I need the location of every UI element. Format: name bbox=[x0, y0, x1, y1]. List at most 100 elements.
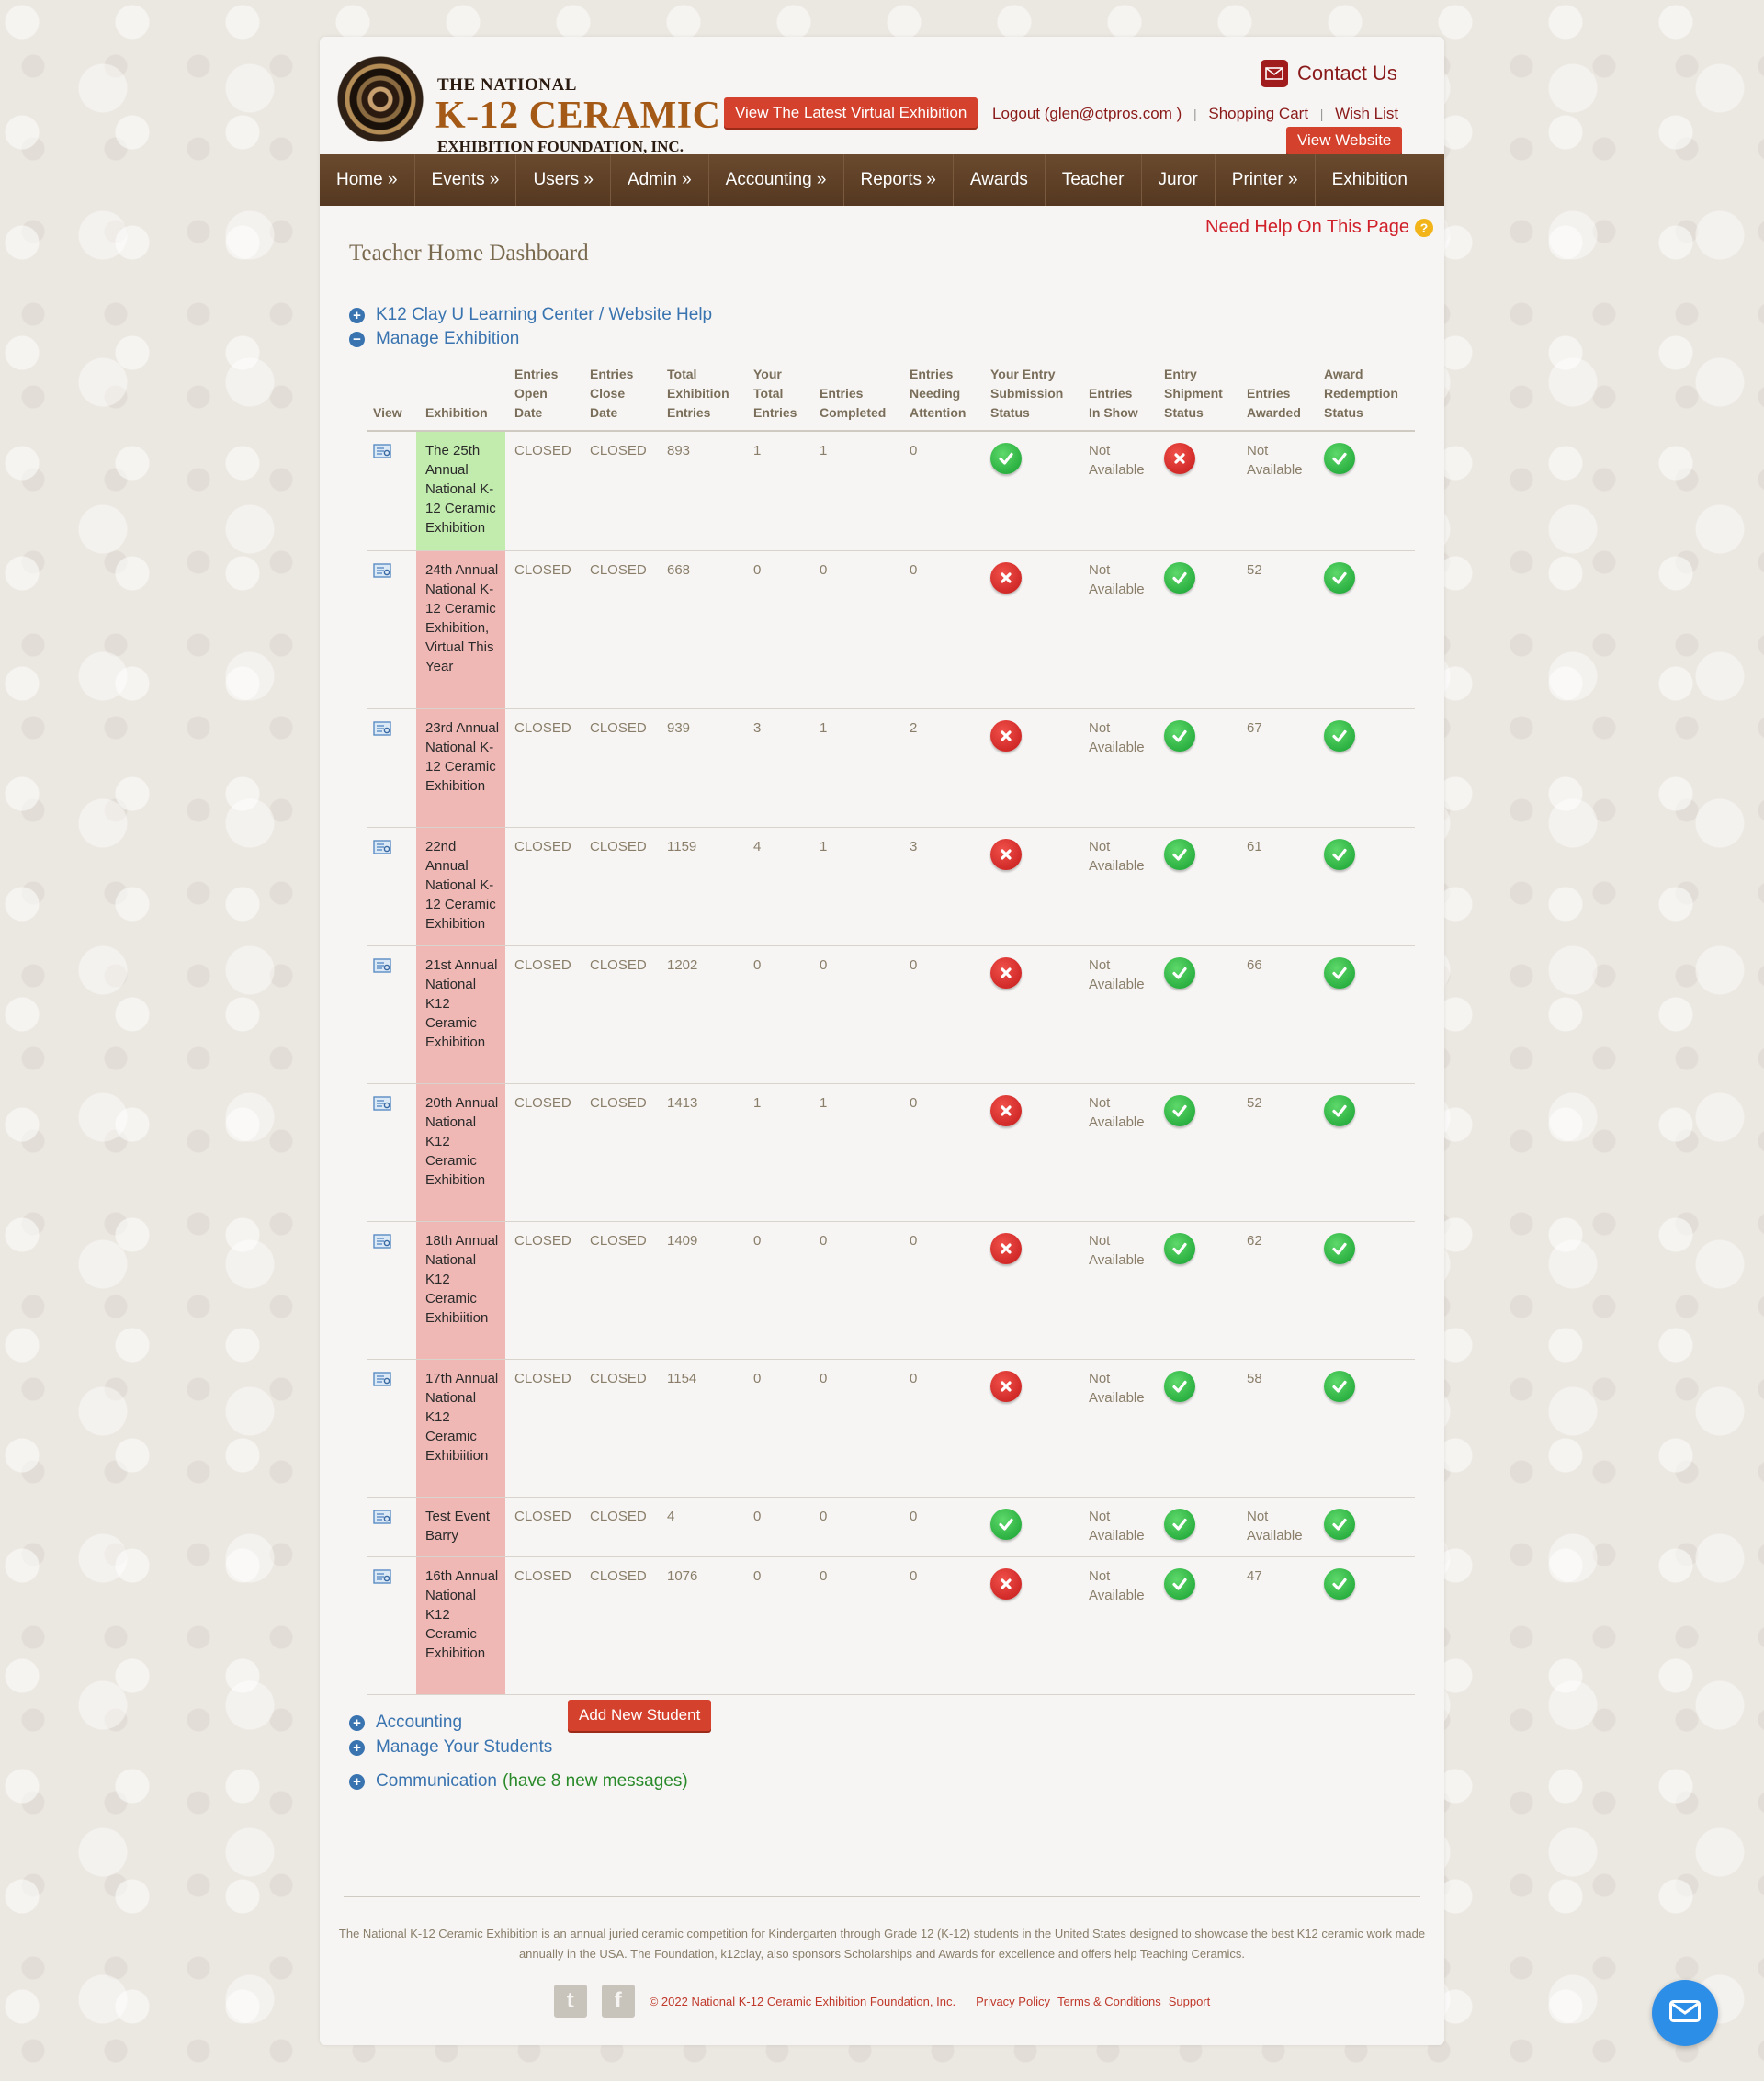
table-row: 22nd Annual National K-12 Ceramic Exhibi… bbox=[368, 828, 1415, 946]
col-completed: Entries Completed bbox=[820, 386, 887, 420]
entries-needing-attention: 0 bbox=[910, 1371, 918, 1386]
page-title: Teacher Home Dashboard bbox=[349, 241, 589, 266]
open-date: CLOSED bbox=[514, 1568, 571, 1584]
manage-exhibition-toggle[interactable]: − Manage Exhibition bbox=[349, 329, 519, 349]
check-circle-icon bbox=[1164, 1568, 1195, 1600]
nav-printer[interactable]: Printer » bbox=[1216, 154, 1316, 206]
shopping-cart-link[interactable]: Shopping Cart bbox=[1208, 105, 1308, 122]
close-date: CLOSED bbox=[590, 957, 647, 973]
entries-completed: 0 bbox=[820, 1233, 828, 1249]
close-date: CLOSED bbox=[590, 1509, 647, 1524]
view-website-button[interactable]: View Website bbox=[1286, 127, 1403, 154]
check-circle-icon bbox=[1164, 1371, 1195, 1402]
table-body: The 25th Annual National K-12 Ceramic Ex… bbox=[368, 432, 1415, 1695]
learning-center-label: K12 Clay U Learning Center / Website Hel… bbox=[376, 305, 713, 324]
document-view-icon[interactable] bbox=[373, 1569, 391, 1589]
exhibition-name[interactable]: 24th Annual National K-12 Ceramic Exhibi… bbox=[416, 551, 505, 708]
close-date: CLOSED bbox=[590, 1233, 647, 1249]
nav-home[interactable]: Home » bbox=[320, 154, 415, 206]
document-view-icon[interactable] bbox=[373, 1510, 391, 1530]
nav-events[interactable]: Events » bbox=[415, 154, 517, 206]
close-date: CLOSED bbox=[590, 1095, 647, 1111]
exhibition-name[interactable]: 21st Annual National K12 Ceramic Exhibit… bbox=[416, 946, 505, 1083]
document-view-icon[interactable] bbox=[373, 840, 391, 860]
check-circle-icon bbox=[1324, 1095, 1355, 1126]
close-date: CLOSED bbox=[590, 562, 647, 578]
document-view-icon[interactable] bbox=[373, 1234, 391, 1254]
support-link[interactable]: Support bbox=[1169, 1995, 1211, 2008]
col-your-entries: Your Total Entries bbox=[753, 367, 797, 420]
chat-button[interactable] bbox=[1652, 1980, 1718, 2046]
status-cell bbox=[1156, 1360, 1238, 1497]
nav-users[interactable]: Users » bbox=[516, 154, 611, 206]
document-view-icon[interactable] bbox=[373, 958, 391, 978]
total-entries: 1154 bbox=[667, 1371, 697, 1386]
view-cell bbox=[368, 1084, 416, 1221]
view-virtual-exhibition-button[interactable]: View The Latest Virtual Exhibition bbox=[724, 97, 978, 128]
nav-reports[interactable]: Reports » bbox=[844, 154, 954, 206]
col-awarded: Entries Awarded bbox=[1247, 386, 1301, 420]
exhibition-name[interactable]: The 25th Annual National K-12 Ceramic Ex… bbox=[416, 432, 505, 550]
logo-line-1: THE NATIONAL bbox=[437, 75, 577, 95]
document-view-icon[interactable] bbox=[373, 563, 391, 583]
entries-needing-attention: 0 bbox=[910, 443, 918, 458]
check-circle-icon bbox=[1324, 1568, 1355, 1600]
entries-in-show: Not Available bbox=[1089, 1095, 1145, 1130]
total-entries: 1409 bbox=[667, 1233, 698, 1249]
site-logo[interactable]: THE NATIONAL K-12 CERAMIC EXHIBITION FOU… bbox=[334, 53, 720, 155]
accounting-toggle[interactable]: + Accounting bbox=[349, 1713, 462, 1733]
nav-awards[interactable]: Awards bbox=[954, 154, 1046, 206]
add-new-student-button[interactable]: Add New Student bbox=[568, 1700, 712, 1731]
check-circle-icon bbox=[1164, 720, 1195, 752]
exhibition-name[interactable]: 22nd Annual National K-12 Ceramic Exhibi… bbox=[416, 828, 505, 945]
exhibition-name[interactable]: 18th Annual National K12 Ceramic Exhibii… bbox=[416, 1222, 505, 1359]
status-cell bbox=[1156, 709, 1238, 827]
entries-needing-attention: 0 bbox=[910, 1509, 918, 1524]
entries-awarded: 62 bbox=[1247, 1233, 1262, 1249]
close-date: CLOSED bbox=[590, 1568, 647, 1584]
view-cell bbox=[368, 1557, 416, 1694]
x-circle-icon bbox=[990, 1568, 1022, 1600]
exhibition-name[interactable]: 20th Annual National K12 Ceramic Exhibit… bbox=[416, 1084, 505, 1221]
open-date: CLOSED bbox=[514, 720, 571, 736]
close-date: CLOSED bbox=[590, 839, 647, 854]
exhibition-name[interactable]: 23rd Annual National K-12 Ceramic Exhibi… bbox=[416, 709, 505, 827]
document-view-icon[interactable] bbox=[373, 1096, 391, 1116]
exhibition-name[interactable]: Test Event Barry bbox=[416, 1498, 505, 1556]
exhibition-name[interactable]: 17th Annual National K12 Ceramic Exhibii… bbox=[416, 1360, 505, 1497]
logout-link[interactable]: Logout (glen@otpros.com ) bbox=[992, 105, 1182, 122]
document-view-icon[interactable] bbox=[373, 1372, 391, 1392]
privacy-policy-link[interactable]: Privacy Policy bbox=[976, 1995, 1050, 2008]
wish-list-link[interactable]: Wish List bbox=[1335, 105, 1398, 122]
check-circle-icon bbox=[990, 443, 1022, 474]
entries-awarded: 61 bbox=[1247, 839, 1262, 854]
status-cell bbox=[1156, 551, 1238, 708]
need-help-link[interactable]: Need Help On This Page ? bbox=[1205, 217, 1433, 238]
status-cell bbox=[982, 432, 1080, 550]
document-view-icon[interactable] bbox=[373, 721, 391, 741]
document-view-icon[interactable] bbox=[373, 444, 391, 464]
need-help-label: Need Help On This Page bbox=[1205, 217, 1409, 237]
col-close-date: Entries Close Date bbox=[590, 367, 634, 420]
exhibition-name[interactable]: 16th Annual National K12 Ceramic Exhibit… bbox=[416, 1557, 505, 1694]
communication-toggle[interactable]: + Communication (have 8 new messages) bbox=[349, 1771, 688, 1792]
entries-in-show: Not Available bbox=[1089, 1568, 1145, 1603]
total-entries: 1413 bbox=[667, 1095, 698, 1111]
learning-center-toggle[interactable]: + K12 Clay U Learning Center / Website H… bbox=[349, 305, 712, 325]
nav-accounting[interactable]: Accounting » bbox=[709, 154, 844, 206]
entries-in-show: Not Available bbox=[1089, 1509, 1145, 1544]
manage-students-toggle[interactable]: + Manage Your Students bbox=[349, 1737, 552, 1758]
terms-link[interactable]: Terms & Conditions bbox=[1057, 1995, 1161, 2008]
twitter-icon[interactable]: t bbox=[553, 1985, 587, 2018]
col-total-entries: Total Exhibition Entries bbox=[667, 367, 729, 420]
facebook-icon[interactable]: f bbox=[601, 1985, 635, 2018]
check-circle-icon bbox=[1164, 1095, 1195, 1126]
nav-admin[interactable]: Admin » bbox=[611, 154, 709, 206]
status-cell bbox=[982, 1084, 1080, 1221]
nav-teacher[interactable]: Teacher bbox=[1046, 154, 1142, 206]
contact-us-link[interactable]: Contact Us bbox=[1261, 55, 1397, 92]
check-circle-icon bbox=[1324, 1233, 1355, 1264]
col-in-show: Entries In Show bbox=[1089, 386, 1138, 420]
nav-juror[interactable]: Juror bbox=[1142, 154, 1216, 206]
nav-exhibition[interactable]: Exhibition bbox=[1316, 154, 1424, 206]
